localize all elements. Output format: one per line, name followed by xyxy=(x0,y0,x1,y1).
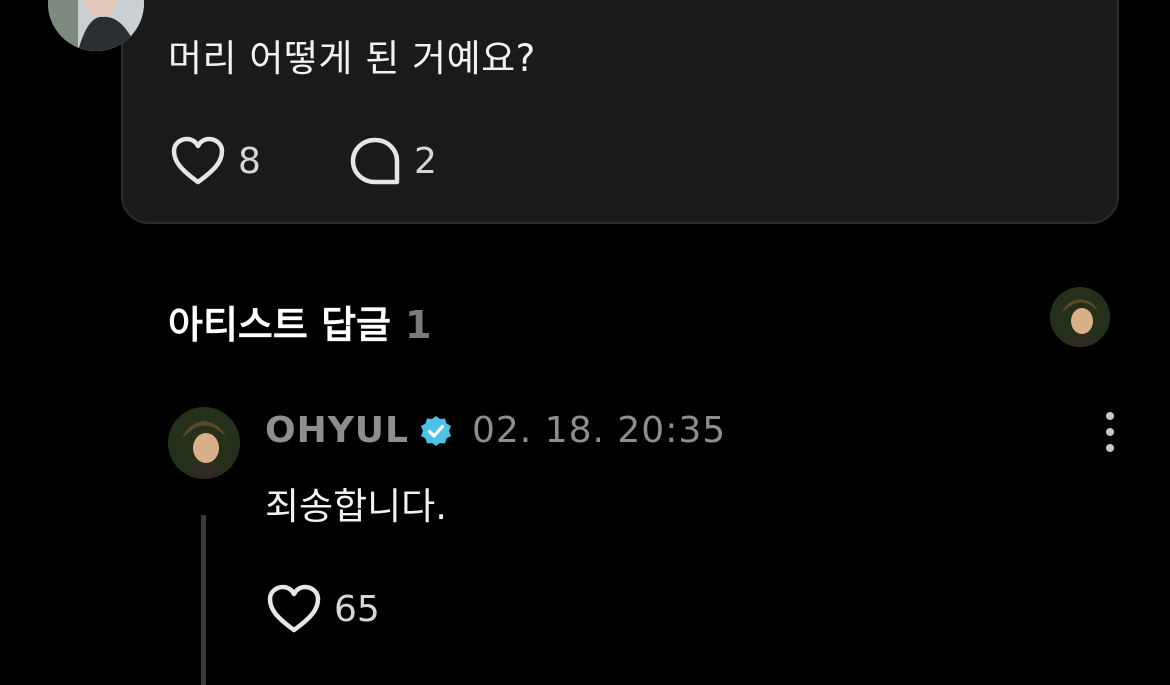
post-comment-count: 2 xyxy=(414,140,437,182)
artist-avatar-image xyxy=(1050,287,1110,347)
heart-outline-icon xyxy=(267,584,321,633)
section-title-label: 아티스트 답글 xyxy=(168,303,391,347)
reply-more-button[interactable] xyxy=(1097,410,1123,454)
artist-avatar-header[interactable] xyxy=(1050,287,1110,347)
post-like-count: 8 xyxy=(238,140,261,182)
section-reply-count: 1 xyxy=(405,303,432,347)
more-vertical-icon xyxy=(1106,412,1114,452)
reply-author-name: OHYUL xyxy=(265,410,409,451)
reply-author-avatar-image xyxy=(168,407,240,479)
verified-badge-icon xyxy=(420,415,451,446)
speech-bubble-icon xyxy=(350,137,400,185)
heart-outline-icon xyxy=(171,136,225,185)
reply-like-count: 65 xyxy=(334,588,380,630)
reply-timestamp: 02. 18. 20:35 xyxy=(472,410,727,451)
section-title: 아티스트 답글 1 xyxy=(168,294,431,349)
thread-line xyxy=(201,515,206,685)
reply-author[interactable]: OHYUL xyxy=(265,410,453,451)
post-text: 머리 어떻게 된 거예요? xyxy=(168,37,536,80)
post-like-button[interactable]: 8 xyxy=(170,135,261,187)
reply-author-avatar[interactable] xyxy=(168,407,240,479)
post-comment-button[interactable]: 2 xyxy=(348,135,437,187)
reply-like-button[interactable]: 65 xyxy=(266,583,380,635)
reply-text: 죄송합니다. xyxy=(265,485,447,528)
